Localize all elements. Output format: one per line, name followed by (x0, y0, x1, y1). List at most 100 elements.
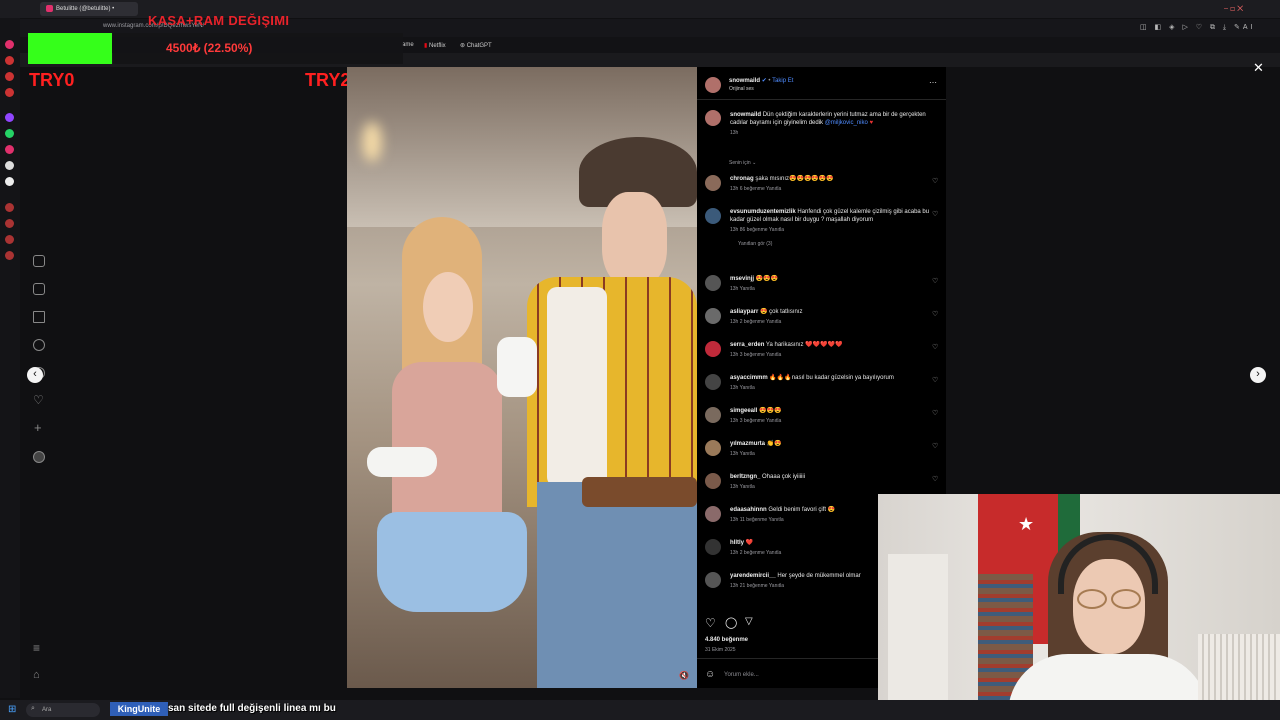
comment-username[interactable]: serra_erden (730, 342, 764, 348)
comment-like-icon[interactable]: ♡ (932, 443, 938, 450)
comment-avatar[interactable] (705, 341, 721, 357)
comment-like-icon[interactable]: ♡ (932, 377, 938, 384)
comment-username[interactable]: asliayparr (730, 309, 758, 315)
rail-tool-icon[interactable] (5, 251, 14, 260)
comment-username[interactable]: evsunumduzentemizlik (730, 209, 796, 215)
comment-avatar[interactable] (705, 275, 721, 291)
toolbar-icons[interactable]: ◫ ◧ ◈ ▷ ♡ ⧉ ⤓ ✎AI (1140, 23, 1255, 32)
comment-item: msevinjj 😍😍😍 13h Yanıtla (730, 275, 935, 293)
comment-like-icon[interactable]: ♡ (932, 344, 938, 351)
ai-button[interactable]: AI (1243, 24, 1256, 31)
comment-username[interactable]: chronag (730, 176, 754, 182)
comment-avatar[interactable] (705, 473, 721, 489)
app-icon[interactable] (5, 72, 14, 81)
comment-avatar[interactable] (705, 539, 721, 555)
messages-icon[interactable] (33, 311, 45, 323)
tiktok-icon[interactable] (5, 161, 14, 170)
verified-icon: ✔ (761, 78, 767, 84)
audio-label[interactable]: Orijinal ses (729, 86, 754, 92)
rail-tool-icon[interactable] (5, 203, 14, 212)
twitch-icon[interactable] (5, 113, 14, 122)
comment-avatar[interactable] (705, 208, 721, 224)
more-options-icon[interactable]: ⋯ (929, 78, 937, 87)
home-icon[interactable] (33, 255, 45, 267)
comment-username[interactable]: asyaccimmm (730, 375, 768, 381)
comment-username[interactable]: yarendemircii__ (730, 573, 776, 579)
comment-username[interactable]: hlltly (730, 540, 744, 546)
comment-icon[interactable]: ◯ (725, 616, 737, 629)
webcam-feed: ★ (878, 494, 1280, 720)
comment-input[interactable]: Yorum ekle... (724, 672, 759, 678)
youtube-icon[interactable] (5, 56, 14, 65)
profile-avatar-icon[interactable] (33, 451, 45, 463)
emoji-icon[interactable]: ☺ (705, 669, 715, 680)
comment-avatar[interactable] (705, 407, 721, 423)
menu-icon[interactable]: ≡ (33, 641, 40, 655)
caption-mention-link[interactable]: @miljkovic_niko (825, 120, 868, 126)
author-avatar[interactable] (705, 77, 721, 93)
post-date: 31 Ekim 2025 (705, 647, 736, 653)
taskbar-search[interactable]: Ara (26, 703, 100, 717)
close-icon[interactable]: ✕ (1253, 60, 1264, 76)
comment-username[interactable]: simgeeall (730, 408, 757, 414)
bookmark-chatgpt[interactable]: ⊛ ChatGPT (460, 42, 492, 49)
next-post-arrow-icon[interactable]: › (1250, 367, 1266, 383)
author-username[interactable]: snowmaild (729, 78, 760, 84)
comment-avatar[interactable] (705, 175, 721, 191)
notifications-heart-icon[interactable]: ♡ (33, 393, 44, 407)
likes-count[interactable]: 4.840 beğenme (705, 637, 748, 643)
comment-like-icon[interactable]: ♡ (932, 311, 938, 318)
comment-username[interactable]: msevinjj (730, 276, 754, 282)
chatgpt-icon: ⊛ (460, 43, 466, 49)
comment-username[interactable]: edaasahinnn (730, 507, 767, 513)
sort-dropdown[interactable]: Senin için ⌄ (729, 160, 756, 166)
instagram-rail-icon[interactable] (5, 145, 14, 154)
browser-tab-instagram[interactable]: Betulitte (@betulitte) • (40, 2, 138, 16)
instagram-icon[interactable] (5, 40, 14, 49)
comment-meta: 13h 3 beğenme Yanıtla (730, 352, 782, 358)
search-icon[interactable] (33, 339, 45, 351)
window-controls[interactable]: ⎯ ◻ ✕ (1224, 4, 1243, 14)
mute-icon[interactable]: 🔇 (679, 671, 689, 680)
comment-avatar[interactable] (705, 572, 721, 588)
comment-avatar[interactable] (705, 506, 721, 522)
comment-like-icon[interactable]: ♡ (932, 410, 938, 417)
comment-like-icon[interactable]: ♡ (932, 476, 938, 483)
comment-item: asyaccimmm 🔥🔥🔥nasıl bu kadar güzelsin ya… (730, 374, 935, 392)
comment-avatar[interactable] (705, 308, 721, 324)
bookmark-netflix[interactable]: ▮ Netflix (424, 42, 446, 49)
meta-icon[interactable]: ⌂ (33, 669, 40, 681)
view-replies-link[interactable]: Yanıtları gör (3) (730, 240, 935, 248)
blue-skirt (377, 512, 527, 612)
share-icon[interactable]: ▽ (745, 616, 753, 627)
comment-like-icon[interactable]: ♡ (932, 278, 938, 285)
rail-tool-icon[interactable] (5, 219, 14, 228)
chevron-down-icon: ⌄ (752, 160, 757, 166)
create-plus-icon[interactable]: + (34, 420, 42, 435)
comment-text: Her şeyde de mükemmel olmar (777, 573, 861, 579)
donation-bar-fill (28, 33, 112, 64)
previous-post-arrow-icon[interactable]: ‹ (27, 367, 43, 383)
comment-like-icon[interactable]: ♡ (932, 178, 938, 185)
comment-username[interactable]: berltzngn_ (730, 474, 760, 480)
caption-avatar[interactable] (705, 110, 721, 126)
like-heart-icon[interactable]: ♡ (705, 616, 716, 630)
windows-start-icon[interactable]: ⊞ (8, 704, 16, 715)
cow-vest (547, 287, 607, 487)
comment-item: yılmazmurta 👏😍 13h Yanıtla (730, 440, 935, 458)
comment-avatar[interactable] (705, 440, 721, 456)
caption-username[interactable]: snowmaild (730, 112, 761, 118)
comment-username[interactable]: yılmazmurta (730, 441, 765, 447)
comment-like-icon[interactable]: ♡ (932, 211, 938, 218)
post-video[interactable]: 🔇 (347, 67, 697, 688)
lamp-glow (362, 122, 382, 162)
rail-tool-icon[interactable] (5, 235, 14, 244)
comment-text: 👏😍 (766, 441, 782, 447)
comment-avatar[interactable] (705, 374, 721, 390)
reels-icon[interactable] (33, 283, 45, 295)
app-icon[interactable] (5, 88, 14, 97)
bookmark-item[interactable]: ame (402, 42, 414, 48)
follow-button[interactable]: Takip Et (772, 78, 793, 84)
x-icon[interactable] (5, 177, 14, 186)
whatsapp-icon[interactable] (5, 129, 14, 138)
